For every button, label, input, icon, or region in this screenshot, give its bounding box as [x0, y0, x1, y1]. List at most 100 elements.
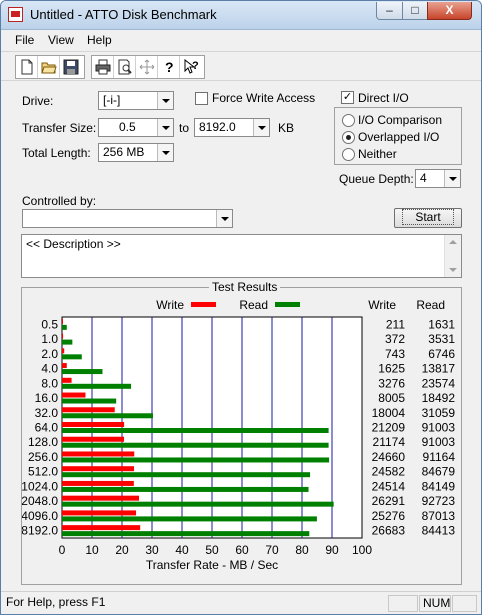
drive-value: [-i-] [103, 93, 121, 107]
x-tick-label: 80 [295, 543, 309, 557]
direct-io-checkbox[interactable]: ✓ [341, 91, 354, 104]
transfer-to-select[interactable]: 8192.0 [194, 118, 270, 137]
write-bar [62, 318, 63, 324]
save-icon[interactable] [60, 56, 82, 78]
description-scrollbar[interactable] [444, 235, 461, 277]
y-tick-label: 2048.0 [22, 494, 58, 508]
queue-depth-value: 4 [420, 171, 427, 185]
write-value: 21174 [373, 435, 406, 449]
menu-bar: File View Help [1, 30, 481, 50]
read-value: 92723 [422, 494, 456, 508]
scroll-up-icon[interactable] [449, 240, 457, 244]
menu-help[interactable]: Help [87, 33, 112, 47]
svg-text:?: ? [165, 59, 174, 75]
tools-toolbar-group: ? ? [91, 55, 205, 79]
write-bar [62, 480, 134, 486]
controlled-by-select[interactable] [22, 209, 233, 228]
move-icon[interactable] [136, 56, 158, 78]
write-value: 3276 [378, 376, 405, 390]
write-value: 24660 [372, 450, 406, 464]
write-bar [62, 525, 141, 531]
write-bar [62, 377, 72, 383]
transfer-from-select[interactable]: 0.5 [98, 118, 174, 137]
x-tick-label: 10 [85, 543, 99, 557]
menu-file[interactable]: File [15, 33, 34, 47]
write-value: 211 [386, 317, 405, 331]
status-help-text: For Help, press F1 [6, 595, 106, 609]
read-bar [62, 428, 329, 433]
read-bar [62, 516, 317, 522]
scroll-down-icon[interactable] [449, 268, 457, 272]
y-tick-label: 64.0 [35, 421, 59, 435]
legend-write-label: Write [156, 298, 184, 312]
transfer-to-value: 8192.0 [199, 120, 236, 134]
read-value: 91003 [422, 435, 456, 449]
read-bar [62, 354, 82, 360]
read-column-header: Read [416, 298, 445, 312]
total-length-select[interactable]: 256 MB [98, 143, 174, 162]
read-value: 84413 [422, 524, 456, 538]
write-bar [62, 436, 125, 442]
write-bar [62, 422, 125, 427]
y-tick-label: 1024.0 [22, 479, 58, 493]
description-textarea[interactable]: << Description >> [21, 234, 462, 278]
close-button[interactable]: X [427, 2, 472, 20]
x-tick-label: 100 [352, 543, 372, 557]
write-value: 18004 [372, 406, 406, 420]
read-bar [62, 472, 311, 478]
overlapped-io-radio[interactable] [342, 131, 355, 144]
read-value: 3531 [428, 332, 455, 346]
read-value: 23574 [422, 376, 456, 390]
y-tick-label: 1.0 [41, 332, 58, 346]
print-icon[interactable] [92, 56, 114, 78]
y-tick-label: 512.0 [28, 465, 58, 479]
y-tick-label: 32.0 [35, 406, 59, 420]
read-value: 91164 [423, 450, 456, 464]
drive-select[interactable]: [-i-] [98, 91, 174, 110]
write-value: 21209 [372, 421, 406, 435]
io-comparison-radio[interactable] [342, 114, 355, 127]
open-folder-icon[interactable] [38, 56, 60, 78]
legend-read-swatch [275, 302, 300, 307]
to-label: to [179, 121, 190, 135]
maximize-button[interactable]: □ [402, 2, 428, 20]
transfer-size-label: Transfer Size: [22, 121, 97, 135]
kb-label: KB [278, 121, 295, 135]
queue-depth-label: Queue Depth: [339, 172, 414, 186]
total-length-label: Total Length: [22, 146, 91, 160]
overlapped-io-label: Overlapped I/O [358, 130, 440, 144]
force-write-checkbox[interactable] [195, 92, 208, 105]
write-bar [62, 466, 135, 472]
status-cell-empty [388, 595, 418, 612]
status-cell-empty-2 [452, 595, 477, 612]
total-length-value: 256 MB [103, 145, 145, 159]
help-icon[interactable]: ? [158, 56, 180, 78]
results-chart: 0 10 20 30 40 50 60 70 80 90 100 Transfer Rate - MB… [22, 298, 456, 572]
read-bar [62, 398, 117, 404]
write-value: 372 [385, 332, 405, 346]
chevron-down-icon [444, 170, 460, 187]
chevron-down-icon [216, 210, 232, 227]
write-value: 25276 [372, 509, 406, 523]
svg-text:?: ? [192, 60, 199, 72]
transfer-from-value: 0.5 [119, 120, 136, 134]
read-value: 13817 [422, 362, 456, 376]
context-help-icon[interactable]: ? [180, 56, 202, 78]
app-icon [8, 7, 23, 22]
legend-read-label: Read [239, 298, 268, 312]
new-file-icon[interactable] [16, 56, 38, 78]
minimize-button[interactable]: – [376, 2, 403, 20]
read-value: 31059 [422, 406, 456, 420]
start-button[interactable]: Start [394, 208, 462, 228]
title-bar[interactable]: Untitled - ATTO Disk Benchmark – □ X [1, 1, 481, 30]
menu-view[interactable]: View [48, 33, 74, 47]
controlled-by-label: Controlled by: [22, 194, 97, 208]
x-tick-label: 60 [235, 543, 249, 557]
chevron-down-icon [157, 119, 173, 136]
read-value: 6746 [428, 347, 455, 361]
read-bar [62, 501, 334, 507]
queue-depth-select[interactable]: 4 [415, 169, 461, 188]
print-preview-icon[interactable] [114, 56, 136, 78]
toolbar: ? ? [1, 51, 481, 81]
neither-radio[interactable] [342, 148, 355, 161]
